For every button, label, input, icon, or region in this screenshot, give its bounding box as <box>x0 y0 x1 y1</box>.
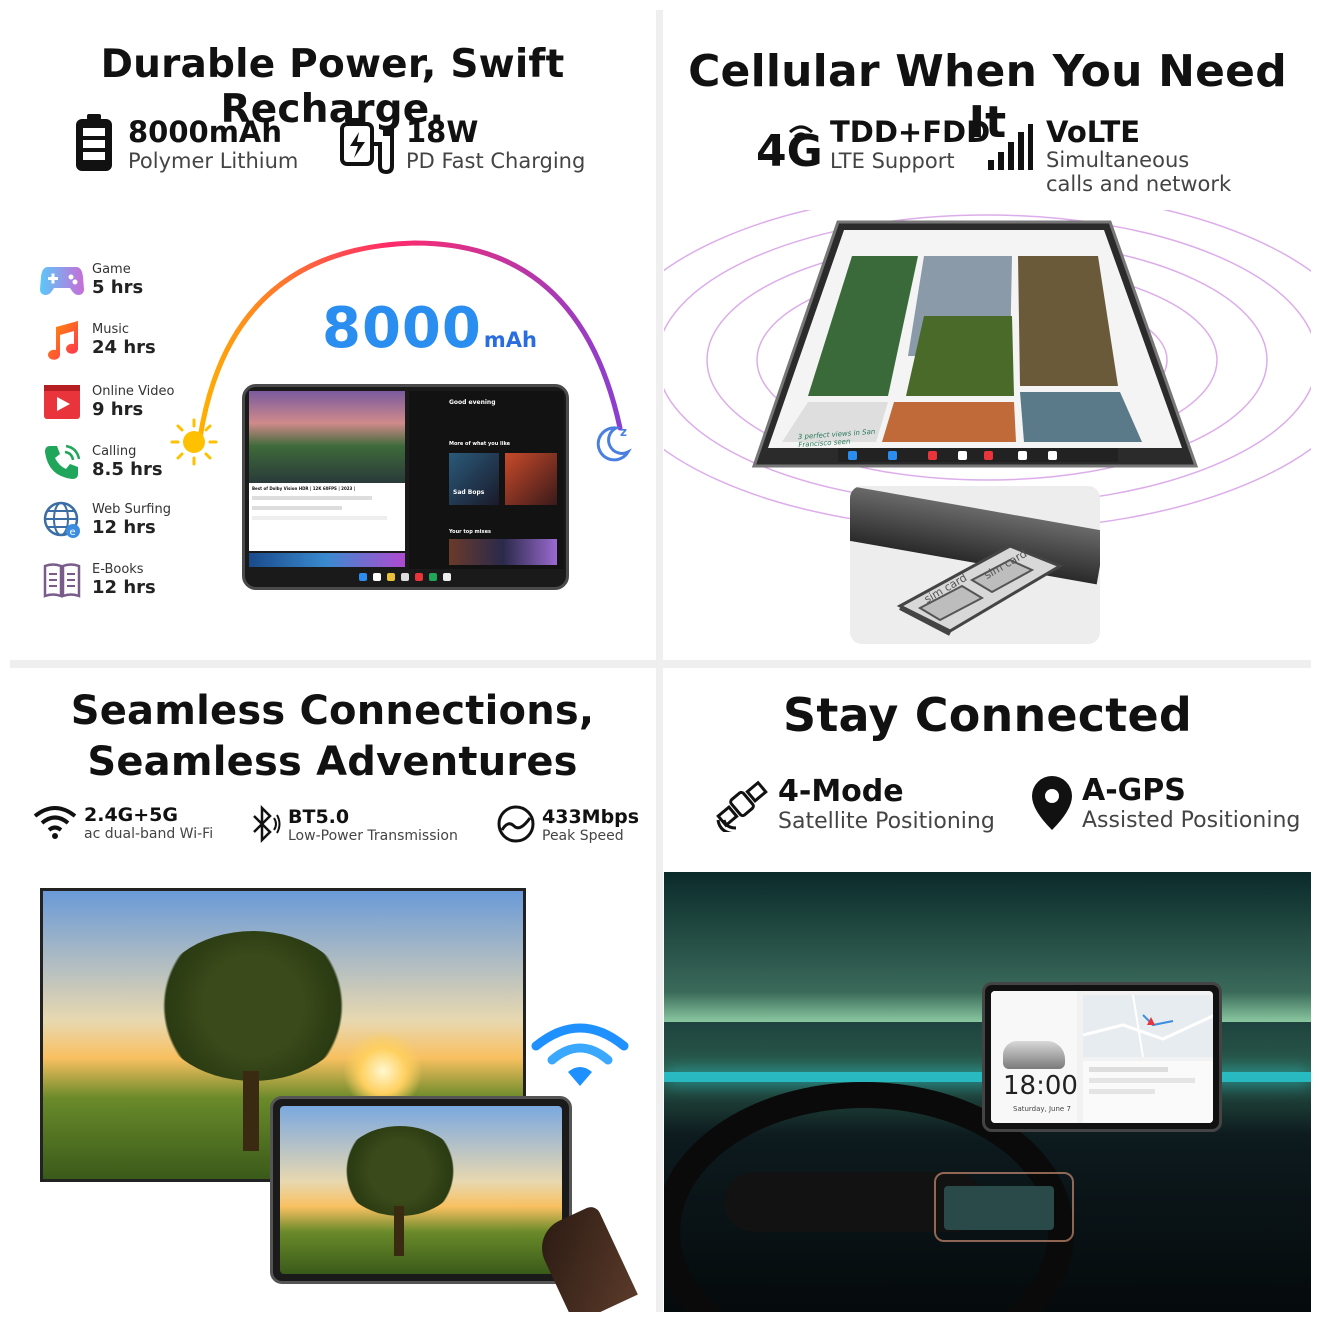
gps-panel: Stay Connected 4-Mode Satellite Position… <box>664 668 1311 1312</box>
charging-icon <box>336 112 395 178</box>
bluetooth-icon <box>248 804 282 848</box>
wifi-spec: 2.4G+5G ac dual-band Wi-Fi <box>32 804 213 844</box>
usage-hours: 12 hrs <box>92 576 156 598</box>
battery-panel: Durable Power, Swift Recharge. 8000mAh P… <box>10 10 655 660</box>
volte-label: VoLTE <box>1046 115 1141 149</box>
usage-hours: 9 hrs <box>92 398 144 420</box>
battery-capacity: 8000mAh <box>128 115 283 149</box>
moon-icon: z <box>596 425 632 462</box>
phone-icon <box>40 442 84 482</box>
location-pin-icon <box>1030 774 1074 836</box>
usage-label: Online Video <box>92 383 175 399</box>
usage-label: Music <box>92 321 129 337</box>
speed-spec: 433Mbps Peak Speed <box>496 804 639 848</box>
usage-hours: 5 hrs <box>92 276 144 298</box>
music-note-icon <box>40 320 84 360</box>
usage-item-video: Online Video 9 hrs <box>40 382 175 422</box>
video-thumbnail <box>249 391 405 483</box>
battery-type: Polymer Lithium <box>128 149 299 173</box>
tablet-mockup: Best of Dolby Vision HDR | 12K 60FPS | 2… <box>242 384 569 590</box>
usage-label: E-Books <box>92 561 144 577</box>
dash-clock: 18:00 <box>1003 1071 1078 1101</box>
capacity-display: 8000 mAh <box>322 296 537 361</box>
usage-hours: 12 hrs <box>92 516 156 538</box>
usage-item-calling: Calling 8.5 hrs <box>40 442 163 482</box>
dock <box>345 573 465 583</box>
speed-value: 433Mbps <box>542 806 640 828</box>
svg-text:e: e <box>70 527 76 538</box>
gps-headline: Stay Connected <box>783 688 1192 742</box>
wifi-desc: ac dual-band Wi-Fi <box>84 826 214 842</box>
video-title: Best of Dolby Vision HDR | 12K 60FPS | 2… <box>252 486 356 491</box>
video-play-icon <box>40 382 84 422</box>
charging-spec: 18W PD Fast Charging <box>336 112 585 178</box>
lte-desc: LTE Support <box>830 149 955 173</box>
svg-text:z: z <box>620 425 627 439</box>
bluetooth-spec: BT5.0 Low-Power Transmission <box>248 804 458 848</box>
connectivity-headline: Seamless Connections, Seamless Adventure… <box>10 686 655 788</box>
4g-signal-icon: 4G <box>756 125 823 177</box>
dash-tablet: 18:00 Saturday, June 7 <box>982 982 1222 1132</box>
volte-spec: VoLTE Simultaneous calls and network <box>986 116 1236 196</box>
usage-item-game: Game 5 hrs <box>40 260 143 300</box>
usage-label: Game <box>92 261 131 277</box>
satellite-mode: 4-Mode <box>778 774 904 809</box>
usage-item-music: Music 24 hrs <box>40 320 156 360</box>
greeting-text: Good evening <box>449 399 496 406</box>
sim-tray-image: sim card sim card <box>850 486 1100 644</box>
music-app-panel: Good evening More of what you like Sad B… <box>409 391 564 569</box>
speedometer-icon <box>496 804 536 848</box>
globe-icon: e <box>40 500 84 540</box>
satellite-icon <box>714 776 770 836</box>
battery-spec: 8000mAh Polymer Lithium <box>72 112 298 178</box>
agps-label: A-GPS <box>1082 773 1186 808</box>
speed-desc: Peak Speed <box>542 828 624 844</box>
satellite-desc: Satellite Positioning <box>778 809 995 834</box>
satellite-spec: 4-Mode Satellite Positioning <box>714 776 995 836</box>
playlist-name: Sad Bops <box>453 489 485 496</box>
tablet-cast-image <box>270 1096 572 1284</box>
book-icon <box>40 560 84 600</box>
usage-hours: 24 hrs <box>92 336 156 358</box>
agps-spec: A-GPS Assisted Positioning <box>1030 774 1300 836</box>
wifi-icon <box>32 804 78 844</box>
capacity-unit: mAh <box>483 328 537 352</box>
section-top: Your top mixes <box>449 529 492 535</box>
wifi-bands: 2.4G+5G <box>84 804 178 826</box>
video-info-panel: Best of Dolby Vision HDR | 12K 60FPS | 2… <box>249 483 405 551</box>
headline-line-1: Seamless Connections, <box>70 688 595 734</box>
bt-version: BT5.0 <box>288 806 350 828</box>
usage-label: Web Surfing <box>92 501 171 517</box>
sun-icon <box>170 418 218 466</box>
game-controller-icon <box>40 260 84 300</box>
car-illustration <box>1003 1041 1065 1069</box>
center-display <box>944 1186 1054 1230</box>
usage-label: Calling <box>92 443 137 459</box>
cellular-panel: Cellular When You Need It 4G TDD+FDD LTE… <box>664 10 1311 660</box>
signal-bars-icon <box>986 122 1034 176</box>
divider-horizontal <box>10 660 1311 668</box>
lte-bands: TDD+FDD <box>830 115 991 149</box>
connectivity-panel: Seamless Connections, Seamless Adventure… <box>10 668 655 1312</box>
car-interior-image: 18:00 Saturday, June 7 <box>664 872 1311 1312</box>
volte-desc: Simultaneous calls and network <box>1046 148 1232 196</box>
lte-spec: 4G TDD+FDD LTE Support <box>756 115 991 177</box>
headline-line-2: Seamless Adventures <box>87 739 578 785</box>
agps-desc: Assisted Positioning <box>1082 808 1301 833</box>
usage-item-web: e Web Surfing 12 hrs <box>40 500 171 540</box>
bt-desc: Low-Power Transmission <box>288 828 458 844</box>
charging-type: PD Fast Charging <box>406 149 586 173</box>
dash-date: Saturday, June 7 <box>1013 1105 1071 1113</box>
wifi-cast-icon <box>531 1023 629 1086</box>
battery-icon <box>72 112 116 178</box>
capacity-number: 8000 <box>322 296 482 361</box>
section-more: More of what you like <box>449 441 511 447</box>
charging-watt: 18W <box>406 115 479 149</box>
usage-hours: 8.5 hrs <box>92 458 163 480</box>
usage-item-ebooks: E-Books 12 hrs <box>40 560 156 600</box>
map-view <box>1082 994 1213 1058</box>
